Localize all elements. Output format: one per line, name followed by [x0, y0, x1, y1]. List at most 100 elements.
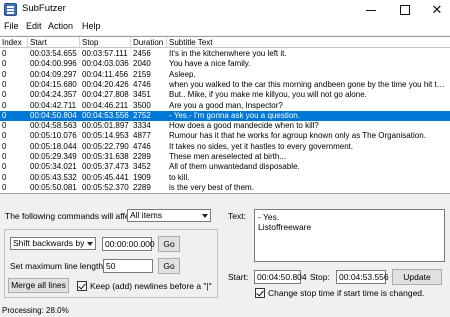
table-cell: 00:04:50.804 [30, 110, 77, 120]
chevron-down-icon [202, 214, 208, 218]
table-cell: to kill. [169, 172, 190, 182]
column-header-subtitle-text[interactable]: Subtitle Text [167, 37, 450, 48]
table-cell: 2456 [133, 49, 151, 58]
table-row[interactable]: 0 00:04:15.680 00:04:20.426 4746 when you wa… [0, 80, 450, 90]
max-length-input[interactable]: 50 [103, 259, 153, 273]
table-cell: Asleep. [169, 69, 196, 79]
column-header-duration[interactable]: Duration [131, 37, 167, 48]
table-cell: 0 [2, 69, 7, 79]
table-cell: - Yes.- I'm gonna ask you a question. [169, 110, 300, 120]
table-cell: It takes no sides, yet it hastles to eve… [169, 141, 354, 151]
table-cell: is the very best of them. [169, 182, 254, 192]
table-cell: 00:05:31.638 [82, 152, 129, 161]
table-cell: 3500 [133, 100, 151, 110]
table-cell: 2289 [133, 182, 151, 192]
grid-header: Index Start Stop Duration Subtitle Text [0, 37, 450, 48]
table-cell: You shouldn't havestolen from me, brothe… [167, 193, 446, 194]
subtitle-text-area[interactable]: - Yes. Listoffreeware [254, 209, 445, 262]
table-cell: 00:05:43.532 [30, 172, 77, 182]
affect-label: The following commands will affect [5, 211, 137, 221]
shift-time-input[interactable]: 00:00:00.000 [102, 237, 155, 251]
menu-help[interactable]: Help [82, 21, 101, 31]
table-cell: 0 [2, 90, 7, 100]
table-row[interactable]: 0 00:05:50.081 00:05:52.370 2289 is the very… [0, 183, 450, 193]
table-cell: How does a good mandecide when to kill? [169, 121, 319, 131]
change-stop-checkbox[interactable] [255, 288, 265, 298]
affect-select-value: All items [130, 210, 163, 220]
table-cell: 3451 [133, 90, 151, 100]
column-header-index[interactable]: Index [0, 37, 28, 48]
table-cell: 0 [2, 172, 7, 182]
table-cell: 3167 [131, 193, 168, 194]
table-row[interactable]: 0 00:05:10.076 00:05:14.953 4877 Rumour has … [0, 131, 450, 141]
table-cell: 1909 [133, 172, 151, 182]
table-row[interactable]: 0 00:04:00.996 00:04:03.036 2040 You have a … [0, 59, 450, 69]
maximize-button[interactable] [390, 0, 420, 19]
table-cell: It's in the kitchenwhere you left it. [169, 49, 287, 58]
merge-all-lines-button[interactable]: Merge all lines [8, 278, 69, 293]
menu-bar: File Edit Action Help [0, 19, 450, 35]
chevron-down-icon [87, 242, 93, 246]
table-row[interactable]: 0 00:04:50.804 00:04:53.556 2752 - Yes.- I'm… [0, 110, 450, 122]
table-row[interactable]: 0 00:04:24.357 00:04:27.808 3451 But.. Mike,… [0, 90, 450, 100]
table-cell: 00:04:20.426 [82, 79, 129, 89]
update-button[interactable]: Update [392, 269, 442, 285]
table-cell: 00:04:46.211 [82, 100, 129, 110]
keep-newlines-checkbox[interactable] [77, 281, 87, 291]
table-cell: 00:04:09.297 [30, 69, 77, 79]
table-cell: 00:04:11.456 [82, 69, 129, 79]
shift-mode-select[interactable]: Shift backwards by [10, 237, 96, 250]
table-row[interactable]: 0 00:05:34.021 00:05:37.473 3452 All of them… [0, 162, 450, 172]
table-cell: 0 [2, 182, 7, 192]
table-cell: 00:05:14.953 [82, 131, 129, 141]
menu-edit[interactable]: Edit [26, 21, 42, 31]
subtitle-grid[interactable]: Index Start Stop Duration Subtitle Text … [0, 36, 450, 194]
shift-go-button[interactable]: Go [158, 236, 180, 252]
table-cell: 0 [2, 100, 7, 110]
table-cell: These men areselected at birth... [169, 152, 286, 161]
table-cell: You have a nice family. [169, 59, 251, 69]
table-cell: 00:05:45.441 [82, 172, 129, 182]
table-cell: 00:06:04.306 [28, 193, 79, 194]
stop-label: Stop: [310, 272, 330, 282]
table-cell: 3334 [133, 121, 151, 131]
start-time-input[interactable]: 00:04:50.804 [254, 270, 307, 284]
table-row[interactable]: 0 00:04:58.563 00:05:01.897 3334 How does a … [0, 121, 450, 131]
menu-file[interactable]: File [4, 21, 19, 31]
stop-time-input[interactable]: 00:04:53.556 [336, 270, 389, 284]
table-row[interactable]: 0 00:05:43.532 00:05:45.441 1909 to kill. [0, 173, 450, 183]
table-cell: 2040 [133, 59, 151, 69]
app-icon [4, 3, 17, 16]
table-cell: 2289 [133, 152, 151, 161]
table-cell: All of them unwantedand disposable. [169, 162, 300, 172]
table-row[interactable]: 0 00:04:42.711 00:04:46.211 3500 Are you a g… [0, 101, 450, 111]
column-header-start[interactable]: Start [28, 37, 80, 48]
table-cell: 0 [2, 110, 7, 120]
text-line-2: Listoffreeware [258, 222, 312, 232]
table-cell: 00:05:37.473 [82, 162, 129, 172]
table-cell: 00:04:00.996 [30, 59, 77, 69]
table-cell: 00:04:15.680 [30, 79, 77, 89]
menu-action[interactable]: Action [48, 21, 73, 31]
table-cell: 0 [2, 49, 7, 58]
column-header-stop[interactable]: Stop [80, 37, 131, 48]
window-title: SubFutzer [22, 3, 66, 14]
table-cell: Rumour has it that he works for agroup k… [169, 131, 426, 141]
table-cell: 0 [2, 121, 7, 131]
table-row[interactable]: 0 00:05:18.044 00:05:22.790 4746 It takes no… [0, 142, 450, 152]
table-row[interactable]: 0 00:03:54.655 00:03:57.111 2456 It's in the… [0, 49, 450, 59]
affect-select[interactable]: All items [127, 209, 211, 222]
table-cell: 00:05:18.044 [30, 141, 77, 151]
table-row[interactable]: 0 00:04:09.297 00:04:11.456 2159 Asleep. [0, 70, 450, 80]
keep-newlines-label: Keep (add) newlines before a "|" [90, 281, 212, 291]
table-cell: 00:04:27.808 [82, 90, 129, 100]
table-cell: 00:05:01.897 [82, 121, 129, 131]
table-cell: 00:03:57.111 [82, 49, 128, 58]
close-button[interactable]: ✕ [422, 0, 450, 19]
max-length-go-button[interactable]: Go [158, 258, 180, 274]
table-row[interactable]: 0 00:05:29.349 00:05:31.638 2289 These men a… [0, 152, 450, 162]
title-bar: SubFutzer ✕ [0, 0, 450, 19]
table-row[interactable]: 000:06:04.30600:06:07.4733167You shouldn… [0, 193, 450, 194]
minimize-button[interactable] [356, 0, 386, 19]
table-cell: 0 [2, 141, 7, 151]
